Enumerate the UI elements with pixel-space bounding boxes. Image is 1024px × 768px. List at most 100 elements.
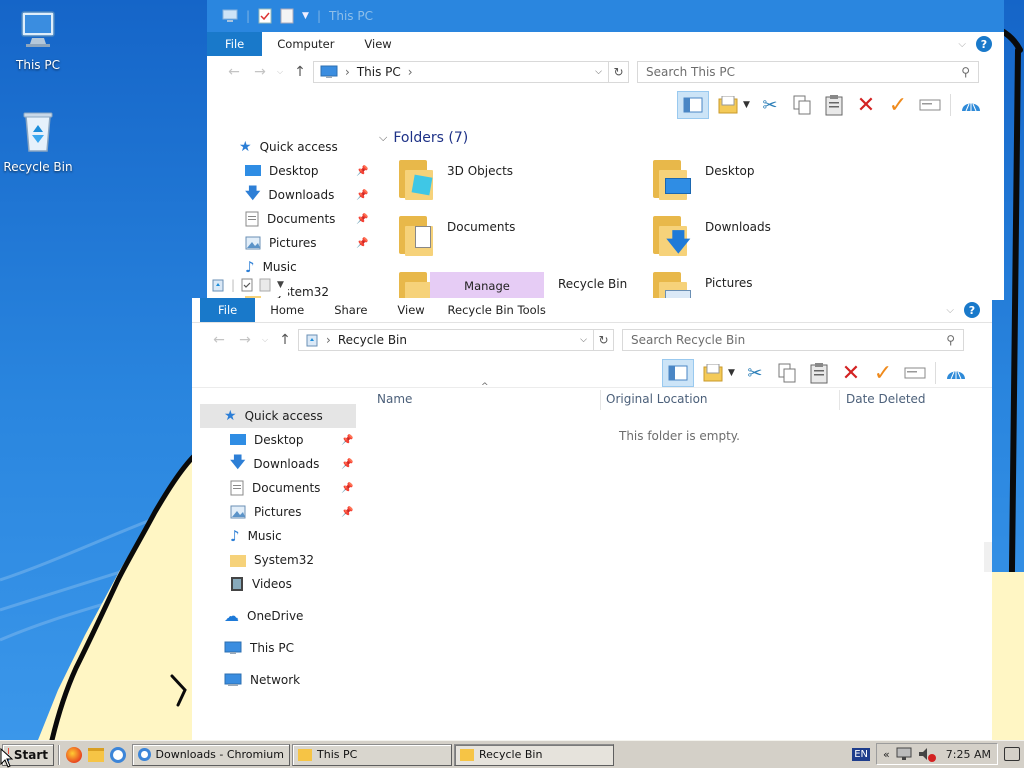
breadcrumb-recycle-bin[interactable]: Recycle Bin bbox=[338, 333, 407, 347]
address-dropdown-icon[interactable]: ⌵ bbox=[580, 335, 587, 345]
tab-file[interactable]: File bbox=[200, 298, 256, 322]
back-arrow-icon[interactable]: ← bbox=[221, 64, 247, 80]
cut-button[interactable]: ✂ bbox=[758, 93, 782, 117]
refresh-icon[interactable]: ↻ bbox=[609, 61, 629, 83]
navigation-pane-button[interactable] bbox=[662, 359, 694, 387]
view-options-dropdown[interactable]: ▼ bbox=[728, 368, 735, 378]
taskbar-button-recycle-bin[interactable]: Recycle Bin bbox=[454, 743, 614, 766]
search-box[interactable]: Search This PC ⚲ bbox=[637, 61, 979, 83]
pin-icon[interactable]: 📌 bbox=[356, 166, 368, 177]
search-box[interactable]: Search Recycle Bin ⚲ bbox=[622, 329, 964, 351]
address-bar[interactable]: › Recycle Bin ⌵ bbox=[298, 329, 594, 351]
help-icon[interactable]: ? bbox=[964, 302, 980, 318]
folder-tile-pictures[interactable]: Pictures bbox=[653, 270, 753, 300]
title-bar[interactable]: | ▼ | This PC bbox=[207, 0, 1004, 32]
firefox-icon[interactable] bbox=[66, 746, 82, 763]
navigation-pane-button[interactable] bbox=[677, 91, 709, 119]
file-explorer-icon[interactable] bbox=[88, 747, 104, 762]
nav-desktop[interactable]: Desktop bbox=[245, 159, 319, 183]
quick-access-dropdown[interactable]: ▼ bbox=[302, 11, 309, 21]
pin-icon[interactable]: 📌 bbox=[356, 214, 368, 225]
nav-music[interactable]: ♪ Music bbox=[230, 524, 282, 548]
paste-button[interactable] bbox=[822, 93, 846, 117]
language-indicator[interactable]: EN bbox=[852, 747, 871, 761]
folder-tile-3d-objects[interactable]: 3D Objects bbox=[399, 158, 513, 200]
up-arrow-icon[interactable]: ↑ bbox=[272, 332, 298, 348]
pin-icon[interactable]: 📌 bbox=[341, 459, 353, 470]
nav-quick-access[interactable]: ★ Quick access bbox=[239, 135, 338, 159]
nav-desktop[interactable]: Desktop bbox=[230, 428, 304, 452]
nav-videos[interactable]: Videos bbox=[230, 572, 292, 596]
chromium-icon[interactable] bbox=[110, 746, 126, 763]
folder-tile-documents[interactable]: Documents bbox=[399, 214, 515, 256]
action-center-icon[interactable] bbox=[1004, 747, 1020, 761]
nav-downloads[interactable]: 🡇 Downloads bbox=[245, 183, 334, 207]
forward-arrow-icon[interactable]: → bbox=[247, 64, 273, 80]
view-options-dropdown[interactable]: ▼ bbox=[743, 100, 750, 110]
copy-button[interactable] bbox=[790, 93, 814, 117]
volume-muted-icon[interactable] bbox=[918, 747, 936, 762]
copy-button[interactable] bbox=[775, 361, 799, 385]
paste-button[interactable] bbox=[807, 361, 831, 385]
folders-group-header[interactable]: ⌵ Folders (7) bbox=[379, 130, 468, 146]
pin-icon[interactable]: 📌 bbox=[356, 190, 368, 201]
nav-documents[interactable]: Documents bbox=[230, 476, 320, 500]
delete-button[interactable]: ✕ bbox=[839, 361, 863, 386]
delete-button[interactable]: ✕ bbox=[854, 93, 878, 118]
chevron-down-icon[interactable]: ⌵ bbox=[958, 39, 966, 50]
share-button[interactable] bbox=[959, 93, 983, 117]
forward-arrow-icon[interactable]: → bbox=[232, 332, 258, 348]
breadcrumb-this-pc[interactable]: This PC bbox=[357, 65, 401, 79]
nav-network[interactable]: Network bbox=[224, 668, 300, 692]
taskbar-button-this-pc[interactable]: This PC bbox=[292, 743, 452, 766]
nav-system32[interactable]: System32 bbox=[230, 548, 314, 572]
tab-file[interactable]: File bbox=[207, 32, 263, 56]
nav-downloads[interactable]: 🡇 Downloads bbox=[230, 452, 319, 476]
nav-quick-access[interactable]: ★ Quick access bbox=[224, 404, 323, 428]
up-arrow-icon[interactable]: ↑ bbox=[287, 64, 313, 80]
view-options-button[interactable] bbox=[717, 93, 741, 117]
refresh-icon[interactable]: ↻ bbox=[594, 329, 614, 351]
pin-icon[interactable]: 📌 bbox=[341, 507, 353, 518]
column-original-location[interactable]: Original Location bbox=[606, 392, 836, 406]
tab-recycle-bin-tools[interactable]: Recycle Bin Tools bbox=[440, 298, 554, 322]
nav-onedrive[interactable]: ☁ OneDrive bbox=[224, 604, 303, 628]
rename-button[interactable] bbox=[918, 93, 942, 117]
nav-documents[interactable]: Documents bbox=[245, 207, 335, 231]
column-date-deleted[interactable]: Date Deleted bbox=[846, 392, 986, 406]
nav-pictures[interactable]: Pictures bbox=[230, 500, 302, 524]
address-bar[interactable]: › This PC › ⌵ bbox=[313, 61, 609, 83]
column-divider[interactable] bbox=[839, 390, 840, 410]
rename-button[interactable] bbox=[903, 361, 927, 385]
folder-tile-desktop[interactable]: Desktop bbox=[653, 158, 755, 200]
desktop-icon-recycle-bin[interactable]: Recycle Bin bbox=[0, 108, 76, 174]
properties-button[interactable]: ✓ bbox=[871, 361, 895, 386]
properties-button[interactable]: ✓ bbox=[886, 93, 910, 118]
pin-icon[interactable]: 📌 bbox=[341, 483, 353, 494]
tab-home[interactable]: Home bbox=[255, 298, 319, 322]
address-dropdown-icon[interactable]: ⌵ bbox=[595, 67, 602, 77]
recent-dropdown-icon[interactable]: ⌵ bbox=[258, 335, 272, 345]
column-name[interactable]: Name bbox=[377, 392, 597, 406]
network-icon[interactable] bbox=[896, 747, 912, 761]
folder-tile-downloads[interactable]: 🡇 Downloads bbox=[653, 214, 771, 256]
view-options-button[interactable] bbox=[702, 361, 726, 385]
cut-button[interactable]: ✂ bbox=[743, 361, 767, 385]
pin-icon[interactable]: 📌 bbox=[356, 238, 368, 249]
taskbar-button-downloads-chromium[interactable]: Downloads - Chromium bbox=[132, 743, 290, 766]
quick-access-dropdown[interactable]: ▼ bbox=[277, 280, 284, 290]
clock[interactable]: 7:25 AM bbox=[946, 748, 991, 761]
back-arrow-icon[interactable]: ← bbox=[206, 332, 232, 348]
nav-pictures[interactable]: Pictures bbox=[245, 231, 317, 255]
tab-manage[interactable]: Manage bbox=[430, 272, 544, 300]
scrollbar[interactable] bbox=[984, 542, 992, 572]
chevron-down-icon[interactable]: ⌵ bbox=[946, 305, 954, 316]
desktop-icon-this-pc[interactable]: This PC bbox=[0, 8, 76, 72]
show-hidden-icons-chevron[interactable]: « bbox=[883, 748, 890, 761]
tab-share[interactable]: Share bbox=[319, 298, 382, 322]
help-icon[interactable]: ? bbox=[976, 36, 992, 52]
recent-dropdown-icon[interactable]: ⌵ bbox=[273, 67, 287, 77]
nav-this-pc[interactable]: This PC bbox=[224, 636, 294, 660]
tab-view[interactable]: View bbox=[382, 298, 439, 322]
tab-view[interactable]: View bbox=[349, 32, 406, 56]
